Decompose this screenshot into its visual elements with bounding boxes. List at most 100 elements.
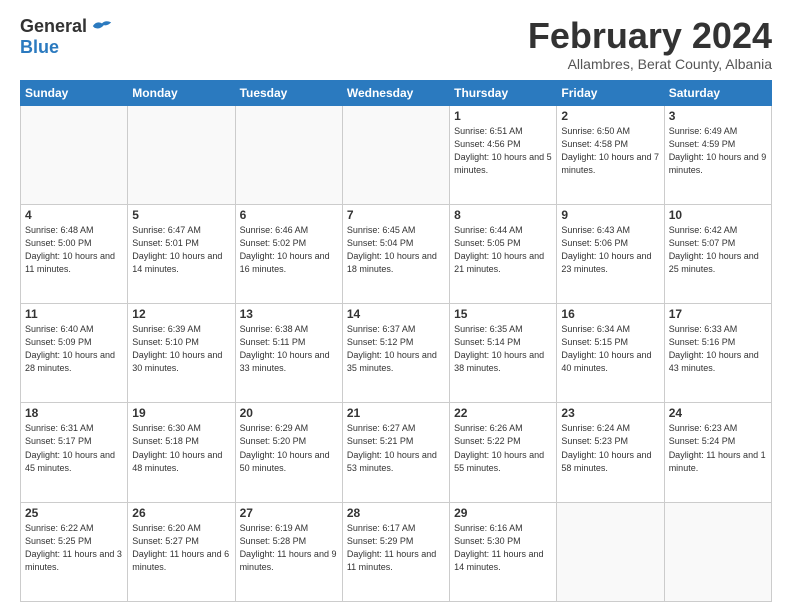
day-number: 18 bbox=[25, 406, 123, 420]
day-info: Sunrise: 6:23 AM Sunset: 5:24 PM Dayligh… bbox=[669, 422, 767, 474]
day-info: Sunrise: 6:40 AM Sunset: 5:09 PM Dayligh… bbox=[25, 323, 123, 375]
day-number: 22 bbox=[454, 406, 552, 420]
day-number: 28 bbox=[347, 506, 445, 520]
col-saturday: Saturday bbox=[664, 80, 771, 105]
subtitle: Allambres, Berat County, Albania bbox=[528, 56, 772, 72]
table-row bbox=[557, 502, 664, 601]
title-area: February 2024 Allambres, Berat County, A… bbox=[528, 16, 772, 72]
day-number: 15 bbox=[454, 307, 552, 321]
calendar-table: Sunday Monday Tuesday Wednesday Thursday… bbox=[20, 80, 772, 602]
header: General Blue February 2024 Allambres, Be… bbox=[20, 16, 772, 72]
day-info: Sunrise: 6:29 AM Sunset: 5:20 PM Dayligh… bbox=[240, 422, 338, 474]
day-info: Sunrise: 6:17 AM Sunset: 5:29 PM Dayligh… bbox=[347, 522, 445, 574]
table-row: 17 Sunrise: 6:33 AM Sunset: 5:16 PM Dayli… bbox=[664, 304, 771, 403]
day-info: Sunrise: 6:45 AM Sunset: 5:04 PM Dayligh… bbox=[347, 224, 445, 276]
day-info: Sunrise: 6:37 AM Sunset: 5:12 PM Dayligh… bbox=[347, 323, 445, 375]
col-friday: Friday bbox=[557, 80, 664, 105]
table-row: 13 Sunrise: 6:38 AM Sunset: 5:11 PM Dayli… bbox=[235, 304, 342, 403]
calendar-week-row: 25Sunrise: 6:22 AM Sunset: 5:25 PM Dayli… bbox=[21, 502, 772, 601]
day-info: Sunrise: 6:33 AM Sunset: 5:16 PM Dayligh… bbox=[669, 323, 767, 375]
day-info: Sunrise: 6:47 AM Sunset: 5:01 PM Dayligh… bbox=[132, 224, 230, 276]
table-row: 9 Sunrise: 6:43 AM Sunset: 5:06 PM Daylig… bbox=[557, 204, 664, 303]
table-row bbox=[21, 105, 128, 204]
day-info: Sunrise: 6:44 AM Sunset: 5:05 PM Dayligh… bbox=[454, 224, 552, 276]
table-row: 2Sunrise: 6:50 AM Sunset: 4:58 PM Daylig… bbox=[557, 105, 664, 204]
day-info: Sunrise: 6:51 AM Sunset: 4:56 PM Dayligh… bbox=[454, 125, 552, 177]
day-info: Sunrise: 6:35 AM Sunset: 5:14 PM Dayligh… bbox=[454, 323, 552, 375]
day-number: 26 bbox=[132, 506, 230, 520]
day-number: 14 bbox=[347, 307, 445, 321]
table-row bbox=[664, 502, 771, 601]
day-number: 29 bbox=[454, 506, 552, 520]
day-number: 16 bbox=[561, 307, 659, 321]
day-number: 5 bbox=[132, 208, 230, 222]
col-thursday: Thursday bbox=[450, 80, 557, 105]
day-number: 27 bbox=[240, 506, 338, 520]
table-row: 18Sunrise: 6:31 AM Sunset: 5:17 PM Dayli… bbox=[21, 403, 128, 502]
day-number: 17 bbox=[669, 307, 767, 321]
day-info: Sunrise: 6:46 AM Sunset: 5:02 PM Dayligh… bbox=[240, 224, 338, 276]
table-row: 7 Sunrise: 6:45 AM Sunset: 5:04 PM Daylig… bbox=[342, 204, 449, 303]
day-number: 1 bbox=[454, 109, 552, 123]
table-row: 6 Sunrise: 6:46 AM Sunset: 5:02 PM Daylig… bbox=[235, 204, 342, 303]
table-row: 10 Sunrise: 6:42 AM Sunset: 5:07 PM Dayli… bbox=[664, 204, 771, 303]
calendar-week-row: 4 Sunrise: 6:48 AM Sunset: 5:00 PM Daylig… bbox=[21, 204, 772, 303]
month-title: February 2024 bbox=[528, 16, 772, 56]
day-info: Sunrise: 6:24 AM Sunset: 5:23 PM Dayligh… bbox=[561, 422, 659, 474]
table-row: 8 Sunrise: 6:44 AM Sunset: 5:05 PM Daylig… bbox=[450, 204, 557, 303]
day-number: 23 bbox=[561, 406, 659, 420]
table-row: 27 Sunrise: 6:19 AM Sunset: 5:28 PM Dayli… bbox=[235, 502, 342, 601]
day-info: Sunrise: 6:39 AM Sunset: 5:10 PM Dayligh… bbox=[132, 323, 230, 375]
day-info: Sunrise: 6:27 AM Sunset: 5:21 PM Dayligh… bbox=[347, 422, 445, 474]
logo-bird-icon bbox=[91, 18, 113, 36]
day-number: 7 bbox=[347, 208, 445, 222]
day-info: Sunrise: 6:20 AM Sunset: 5:27 PM Dayligh… bbox=[132, 522, 230, 574]
day-info: Sunrise: 6:19 AM Sunset: 5:28 PM Dayligh… bbox=[240, 522, 338, 574]
col-wednesday: Wednesday bbox=[342, 80, 449, 105]
table-row bbox=[342, 105, 449, 204]
day-number: 10 bbox=[669, 208, 767, 222]
table-row: 29Sunrise: 6:16 AM Sunset: 5:30 PM Dayli… bbox=[450, 502, 557, 601]
day-info: Sunrise: 6:38 AM Sunset: 5:11 PM Dayligh… bbox=[240, 323, 338, 375]
day-number: 20 bbox=[240, 406, 338, 420]
page: General Blue February 2024 Allambres, Be… bbox=[0, 0, 792, 612]
day-number: 9 bbox=[561, 208, 659, 222]
day-info: Sunrise: 6:42 AM Sunset: 5:07 PM Dayligh… bbox=[669, 224, 767, 276]
calendar-week-row: 11Sunrise: 6:40 AM Sunset: 5:09 PM Dayli… bbox=[21, 304, 772, 403]
table-row: 24Sunrise: 6:23 AM Sunset: 5:24 PM Dayli… bbox=[664, 403, 771, 502]
table-row: 19Sunrise: 6:30 AM Sunset: 5:18 PM Dayli… bbox=[128, 403, 235, 502]
table-row: 14 Sunrise: 6:37 AM Sunset: 5:12 PM Dayli… bbox=[342, 304, 449, 403]
table-row: 21 Sunrise: 6:27 AM Sunset: 5:21 PM Dayli… bbox=[342, 403, 449, 502]
table-row bbox=[235, 105, 342, 204]
col-tuesday: Tuesday bbox=[235, 80, 342, 105]
day-info: Sunrise: 6:22 AM Sunset: 5:25 PM Dayligh… bbox=[25, 522, 123, 574]
table-row: 25Sunrise: 6:22 AM Sunset: 5:25 PM Dayli… bbox=[21, 502, 128, 601]
table-row: 3Sunrise: 6:49 AM Sunset: 4:59 PM Daylig… bbox=[664, 105, 771, 204]
table-row: 23 Sunrise: 6:24 AM Sunset: 5:23 PM Dayli… bbox=[557, 403, 664, 502]
day-number: 8 bbox=[454, 208, 552, 222]
table-row: 26 Sunrise: 6:20 AM Sunset: 5:27 PM Dayli… bbox=[128, 502, 235, 601]
logo: General Blue bbox=[20, 16, 113, 58]
day-info: Sunrise: 6:43 AM Sunset: 5:06 PM Dayligh… bbox=[561, 224, 659, 276]
table-row: 11Sunrise: 6:40 AM Sunset: 5:09 PM Dayli… bbox=[21, 304, 128, 403]
table-row: 4 Sunrise: 6:48 AM Sunset: 5:00 PM Daylig… bbox=[21, 204, 128, 303]
day-info: Sunrise: 6:50 AM Sunset: 4:58 PM Dayligh… bbox=[561, 125, 659, 177]
table-row: 16Sunrise: 6:34 AM Sunset: 5:15 PM Dayli… bbox=[557, 304, 664, 403]
day-number: 6 bbox=[240, 208, 338, 222]
table-row: 22 Sunrise: 6:26 AM Sunset: 5:22 PM Dayli… bbox=[450, 403, 557, 502]
logo-general: General bbox=[20, 16, 87, 37]
day-info: Sunrise: 6:49 AM Sunset: 4:59 PM Dayligh… bbox=[669, 125, 767, 177]
day-number: 21 bbox=[347, 406, 445, 420]
col-monday: Monday bbox=[128, 80, 235, 105]
table-row: 1 Sunrise: 6:51 AM Sunset: 4:56 PM Daylig… bbox=[450, 105, 557, 204]
table-row: 15 Sunrise: 6:35 AM Sunset: 5:14 PM Dayli… bbox=[450, 304, 557, 403]
day-number: 4 bbox=[25, 208, 123, 222]
day-number: 19 bbox=[132, 406, 230, 420]
day-number: 12 bbox=[132, 307, 230, 321]
day-number: 13 bbox=[240, 307, 338, 321]
day-info: Sunrise: 6:26 AM Sunset: 5:22 PM Dayligh… bbox=[454, 422, 552, 474]
table-row: 12 Sunrise: 6:39 AM Sunset: 5:10 PM Dayli… bbox=[128, 304, 235, 403]
calendar-header-row: Sunday Monday Tuesday Wednesday Thursday… bbox=[21, 80, 772, 105]
day-info: Sunrise: 6:48 AM Sunset: 5:00 PM Dayligh… bbox=[25, 224, 123, 276]
logo-blue: Blue bbox=[20, 37, 59, 58]
